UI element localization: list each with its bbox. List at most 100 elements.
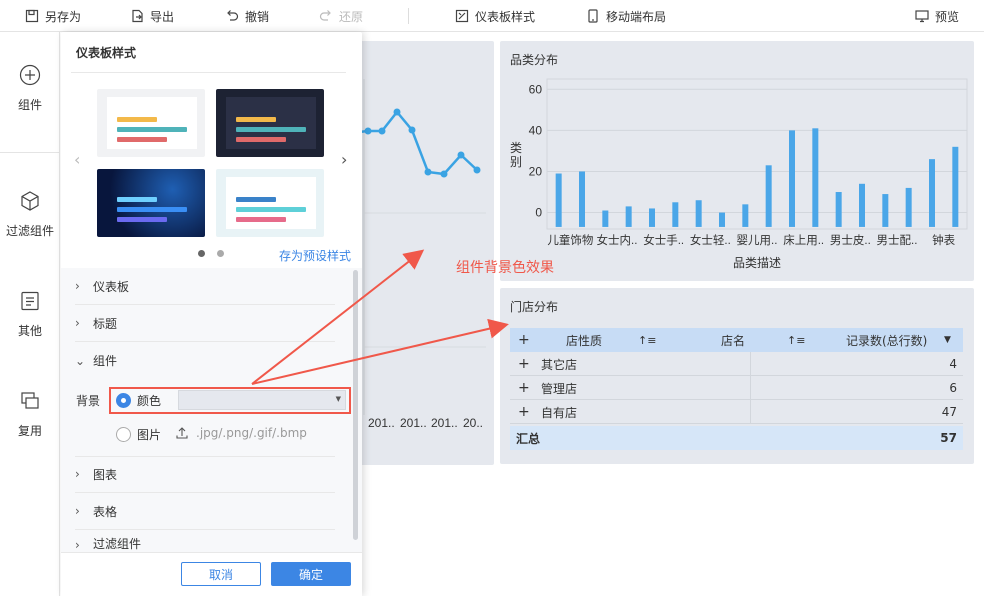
chevron-right-icon: › (75, 279, 80, 293)
bar[interactable] (649, 208, 655, 227)
line-point (408, 126, 416, 134)
mobile-layout-button[interactable]: 移动端布局 (586, 0, 666, 32)
sort-icon[interactable]: ↑≡ (638, 334, 656, 347)
expand-row-icon[interactable]: + (518, 380, 530, 396)
preset-bar (117, 207, 187, 212)
bar[interactable] (672, 202, 679, 227)
rail-label-other: 其他 (17, 324, 42, 338)
x-tick-label: 儿童饰物 (547, 233, 593, 247)
line-point (457, 151, 465, 159)
bar[interactable] (719, 212, 725, 227)
style-preset-dark[interactable] (216, 89, 324, 157)
x-axis-title: 品类描述 (733, 256, 781, 270)
redo-button[interactable]: 还原 (319, 0, 363, 32)
chevron-right-icon: › (75, 316, 80, 330)
dropdown-caret-icon[interactable]: ▼ (944, 335, 951, 345)
bar[interactable] (952, 146, 959, 227)
section-table[interactable]: › 表格 (75, 493, 335, 530)
line-x-tick: 201.. (368, 416, 395, 430)
carousel-dot[interactable] (217, 250, 224, 257)
y-tick-label: 20 (529, 164, 543, 178)
preset-bar (236, 127, 306, 132)
dialog-scrollbar[interactable] (353, 270, 358, 540)
style-preset-space[interactable] (97, 169, 205, 237)
export-button[interactable]: 导出 (130, 0, 174, 32)
image-radio-option[interactable]: 图片 (116, 426, 161, 443)
document-icon (21, 291, 39, 311)
rail-item-reuse[interactable]: 复用 (0, 390, 60, 439)
expand-row-icon[interactable]: + (518, 404, 530, 420)
color-radio[interactable] (116, 393, 131, 408)
table-row[interactable]: + 其它店 4 (510, 352, 963, 376)
section-component[interactable]: ⌄ 组件 (75, 342, 335, 379)
sort-icon[interactable]: ↑≡ (787, 334, 805, 347)
toolbar-divider (408, 8, 409, 24)
section-filter-component[interactable]: › 过滤组件 (75, 530, 335, 552)
save-preset-link[interactable]: 存为预设样式 (279, 247, 351, 264)
style-preset-light[interactable] (97, 89, 205, 157)
dialog-title: 仪表板样式 (76, 46, 137, 60)
color-picker-select[interactable]: ▼ (178, 390, 346, 410)
bar[interactable] (625, 206, 632, 227)
copy-icon (21, 392, 39, 409)
line-point (364, 127, 372, 135)
bar[interactable] (812, 128, 819, 227)
table-row[interactable]: + 管理店 6 (510, 376, 963, 400)
bar[interactable] (929, 159, 935, 227)
style-preset-teal[interactable] (216, 169, 324, 237)
bar[interactable] (579, 171, 585, 227)
left-rail: 组件 过滤组件 其他 复用 (0, 32, 60, 596)
row-store-type: 管理店 (541, 381, 578, 396)
row-store-type: 其它店 (541, 357, 578, 372)
bar[interactable] (742, 204, 749, 227)
rail-item-other[interactable]: 其他 (0, 290, 60, 339)
image-radio[interactable] (116, 427, 131, 442)
mobile-layout-label: 移动端布局 (606, 9, 667, 24)
bar[interactable] (905, 187, 912, 227)
rail-item-filter[interactable]: 过滤组件 (0, 190, 60, 239)
undo-button[interactable]: 撤销 (225, 0, 269, 32)
expand-all-icon[interactable]: + (518, 332, 530, 348)
chevron-right-icon: › (75, 504, 80, 518)
dashboard-style-button[interactable]: 仪表板样式 (455, 0, 535, 32)
rail-item-component[interactable]: 组件 (0, 64, 60, 113)
section-dashboard[interactable]: › 仪表板 (75, 268, 335, 305)
section-title[interactable]: › 标题 (75, 305, 335, 342)
redo-icon (319, 10, 331, 21)
bar[interactable] (765, 165, 772, 227)
bar[interactable] (695, 200, 702, 227)
column-divider (750, 352, 751, 424)
bar[interactable] (859, 183, 865, 227)
bar[interactable] (789, 130, 795, 227)
line-x-tick: 201.. (400, 416, 427, 430)
line-x-tick: 20.. (463, 416, 483, 430)
row-divider (510, 375, 963, 376)
color-radio-option[interactable]: 颜色 (116, 392, 161, 409)
total-value: 57 (940, 431, 957, 445)
bar[interactable] (835, 192, 842, 227)
section-chart[interactable]: › 图表 (75, 456, 335, 493)
bar[interactable] (882, 194, 889, 227)
row-divider (510, 423, 963, 424)
preview-button[interactable]: 预览 (915, 0, 959, 32)
dashboard-style-icon (455, 9, 469, 23)
chevron-down-icon: ▼ (335, 395, 341, 403)
carousel-dot-active[interactable] (198, 250, 205, 257)
image-upload[interactable]: .jpg/.png/.gif/.bmp (176, 426, 307, 440)
table-row[interactable]: + 自有店 47 (510, 400, 963, 424)
row-divider (510, 399, 963, 400)
bar[interactable] (602, 210, 609, 227)
carousel-next-icon[interactable]: › (341, 150, 347, 169)
bar[interactable] (555, 173, 562, 227)
rail-label-reuse: 复用 (17, 424, 42, 438)
category-bar-chart: 类 别 品类描述 0 20 40 60 儿童饰物 女士内.. 女士手.. 女士轻.. 婴儿用..… (510, 78, 968, 270)
y-axis-title-line1: 类 (510, 141, 522, 155)
cancel-button[interactable]: 取消 (181, 562, 261, 586)
expand-row-icon[interactable]: + (518, 356, 530, 372)
dashboard-style-dialog: 仪表板样式 ‹ › 存为预设样式 › 仪表板 › 标题 ⌄ 组件 背景 颜色 ▼ (61, 32, 362, 596)
line-x-tick: 201.. (431, 416, 458, 430)
save-as-button[interactable]: 另存为 (25, 0, 81, 32)
carousel-prev-icon[interactable]: ‹ (74, 150, 80, 169)
confirm-button[interactable]: 确定 (271, 562, 351, 586)
x-tick-label: 钟表 (932, 233, 955, 247)
